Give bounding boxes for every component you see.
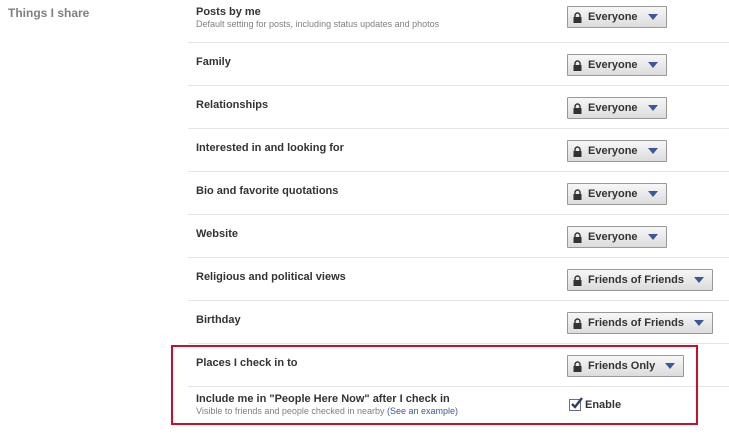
privacy-dropdown-places[interactable]: Friends Only [567, 355, 685, 377]
lock-icon [573, 274, 582, 286]
privacy-dropdown-religious-political[interactable]: Friends of Friends [567, 269, 713, 291]
setting-row-bio: Bio and favorite quotations Everyone [188, 172, 729, 215]
privacy-dropdown-posts[interactable]: Everyone [567, 6, 667, 28]
lock-icon [573, 231, 582, 243]
caret-down-icon [693, 320, 704, 326]
dropdown-label: Friends Only [588, 360, 656, 372]
setting-title: Include me in "People Here Now" after I … [196, 393, 450, 405]
setting-title: Interested in and looking for [196, 142, 344, 154]
caret-down-icon [647, 105, 658, 111]
privacy-dropdown-interested-in[interactable]: Everyone [567, 140, 667, 162]
setting-subtitle: Default setting for posts, including sta… [196, 19, 440, 29]
setting-title: Birthday [196, 314, 241, 326]
enable-checkbox[interactable] [569, 397, 583, 411]
dropdown-label: Everyone [588, 59, 638, 71]
privacy-dropdown-relationships[interactable]: Everyone [567, 97, 667, 119]
dropdown-label: Everyone [588, 188, 638, 200]
setting-title: Religious and political views [196, 271, 346, 283]
privacy-settings-list: Posts by me Default setting for posts, i… [188, 0, 729, 430]
caret-down-icon [647, 14, 658, 20]
setting-row-family: Family Everyone [188, 43, 729, 86]
caret-down-icon [647, 148, 658, 154]
setting-row-places: Places I check in to Friends Only [188, 344, 729, 387]
lock-icon [573, 317, 582, 329]
dropdown-label: Everyone [588, 102, 638, 114]
setting-title: Bio and favorite quotations [196, 185, 339, 197]
setting-row-relationships: Relationships Everyone [188, 86, 729, 129]
see-example-link[interactable]: (See an example) [387, 406, 458, 416]
lock-icon [573, 59, 582, 71]
lock-icon [573, 11, 582, 23]
setting-title: Family [196, 56, 231, 68]
lock-icon [573, 145, 582, 157]
setting-row-people-here-now: Include me in "People Here Now" after I … [188, 387, 729, 430]
setting-title: Relationships [196, 99, 269, 111]
privacy-dropdown-family[interactable]: Everyone [567, 54, 667, 76]
setting-title: Posts by me [196, 6, 261, 18]
dropdown-label: Everyone [588, 145, 638, 157]
setting-row-religious-political: Religious and political views Friends of… [188, 258, 729, 301]
dropdown-label: Friends of Friends [588, 317, 684, 329]
dropdown-label: Friends of Friends [588, 274, 684, 286]
setting-row-interested-in: Interested in and looking for Everyone [188, 129, 729, 172]
privacy-dropdown-bio[interactable]: Everyone [567, 183, 667, 205]
caret-down-icon [647, 191, 658, 197]
setting-subtitle: Visible to friends and people checked in… [196, 406, 458, 416]
dropdown-label: Everyone [588, 231, 638, 243]
lock-icon [573, 102, 582, 114]
setting-row-website: Website Everyone [188, 215, 729, 258]
caret-down-icon [665, 363, 676, 369]
enable-checkbox-control[interactable]: Enable [569, 397, 622, 411]
setting-row-posts: Posts by me Default setting for posts, i… [188, 0, 729, 43]
privacy-dropdown-website[interactable]: Everyone [567, 226, 667, 248]
lock-icon [573, 188, 582, 200]
privacy-dropdown-birthday[interactable]: Friends of Friends [567, 312, 713, 334]
setting-title: Places I check in to [196, 357, 298, 369]
setting-row-birthday: Birthday Friends of Friends [188, 301, 729, 344]
setting-title: Website [196, 228, 238, 240]
checkbox-label: Enable [585, 399, 622, 411]
setting-subtitle-text: Visible to friends and people checked in… [196, 406, 385, 416]
caret-down-icon [693, 277, 704, 283]
caret-down-icon [647, 62, 658, 68]
lock-icon [573, 360, 582, 372]
caret-down-icon [647, 234, 658, 240]
dropdown-label: Everyone [588, 11, 638, 23]
section-label: Things I share [8, 6, 90, 20]
checkmark-icon [571, 397, 583, 409]
